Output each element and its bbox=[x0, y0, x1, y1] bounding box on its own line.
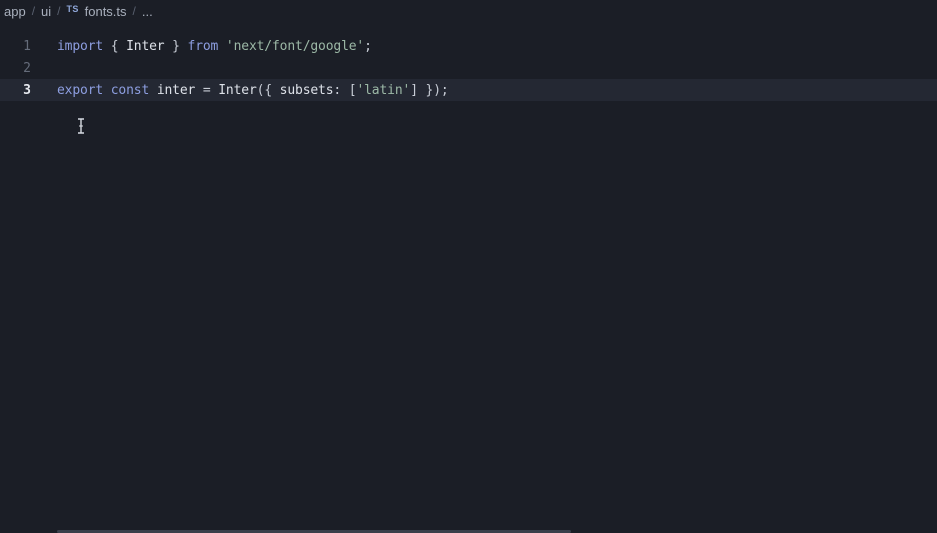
line-code[interactable]: import { Inter } from 'next/font/google'… bbox=[57, 39, 372, 54]
code-token: 'next/font/google' bbox=[225, 38, 365, 54]
breadcrumb-separator: / bbox=[132, 4, 136, 18]
code-token: ] }); bbox=[410, 82, 449, 98]
code-editor[interactable]: app / ui / TS fonts.ts / ... 1 import { I… bbox=[0, 0, 937, 533]
code-token: inter bbox=[156, 82, 196, 98]
code-token: export bbox=[57, 82, 104, 98]
code-token: ({ bbox=[256, 82, 280, 98]
line-number: 1 bbox=[23, 38, 31, 54]
code-line[interactable]: 2 bbox=[0, 57, 937, 79]
line-number: 2 bbox=[23, 60, 31, 76]
breadcrumb-item-file[interactable]: fonts.ts bbox=[85, 4, 127, 19]
breadcrumb-separator: / bbox=[31, 4, 36, 18]
line-code[interactable]: export const inter = Inter({ subsets: ['… bbox=[57, 83, 449, 98]
line-number: 3 bbox=[23, 82, 31, 98]
breadcrumb-item-ui[interactable]: ui bbox=[41, 4, 51, 19]
typescript-file-icon: TS bbox=[66, 4, 79, 14]
code-token: Inter bbox=[126, 38, 165, 54]
code-token: 'latin' bbox=[356, 82, 411, 98]
code-token: from bbox=[187, 38, 219, 54]
code-token: import bbox=[57, 38, 104, 54]
breadcrumb-item-app[interactable]: app bbox=[4, 4, 26, 19]
code-line[interactable]: 1 import { Inter } from 'next/font/google… bbox=[0, 35, 937, 57]
breadcrumb: app / ui / TS fonts.ts / ... bbox=[0, 0, 937, 22]
text-cursor-icon bbox=[78, 118, 84, 134]
code-token: ; bbox=[364, 38, 372, 54]
code-token: } bbox=[164, 38, 188, 54]
breadcrumb-separator: / bbox=[57, 4, 61, 18]
code-line[interactable]: 3 export const inter = Inter({ subsets: [… bbox=[0, 79, 937, 101]
code-token: Inter bbox=[218, 82, 257, 98]
breadcrumb-more[interactable]: ... bbox=[142, 4, 153, 19]
code-token: : [ bbox=[333, 82, 357, 98]
code-token: = bbox=[195, 82, 219, 98]
code-token: const bbox=[110, 82, 150, 98]
code-token: { bbox=[103, 38, 127, 54]
code-token: subsets bbox=[279, 82, 334, 98]
